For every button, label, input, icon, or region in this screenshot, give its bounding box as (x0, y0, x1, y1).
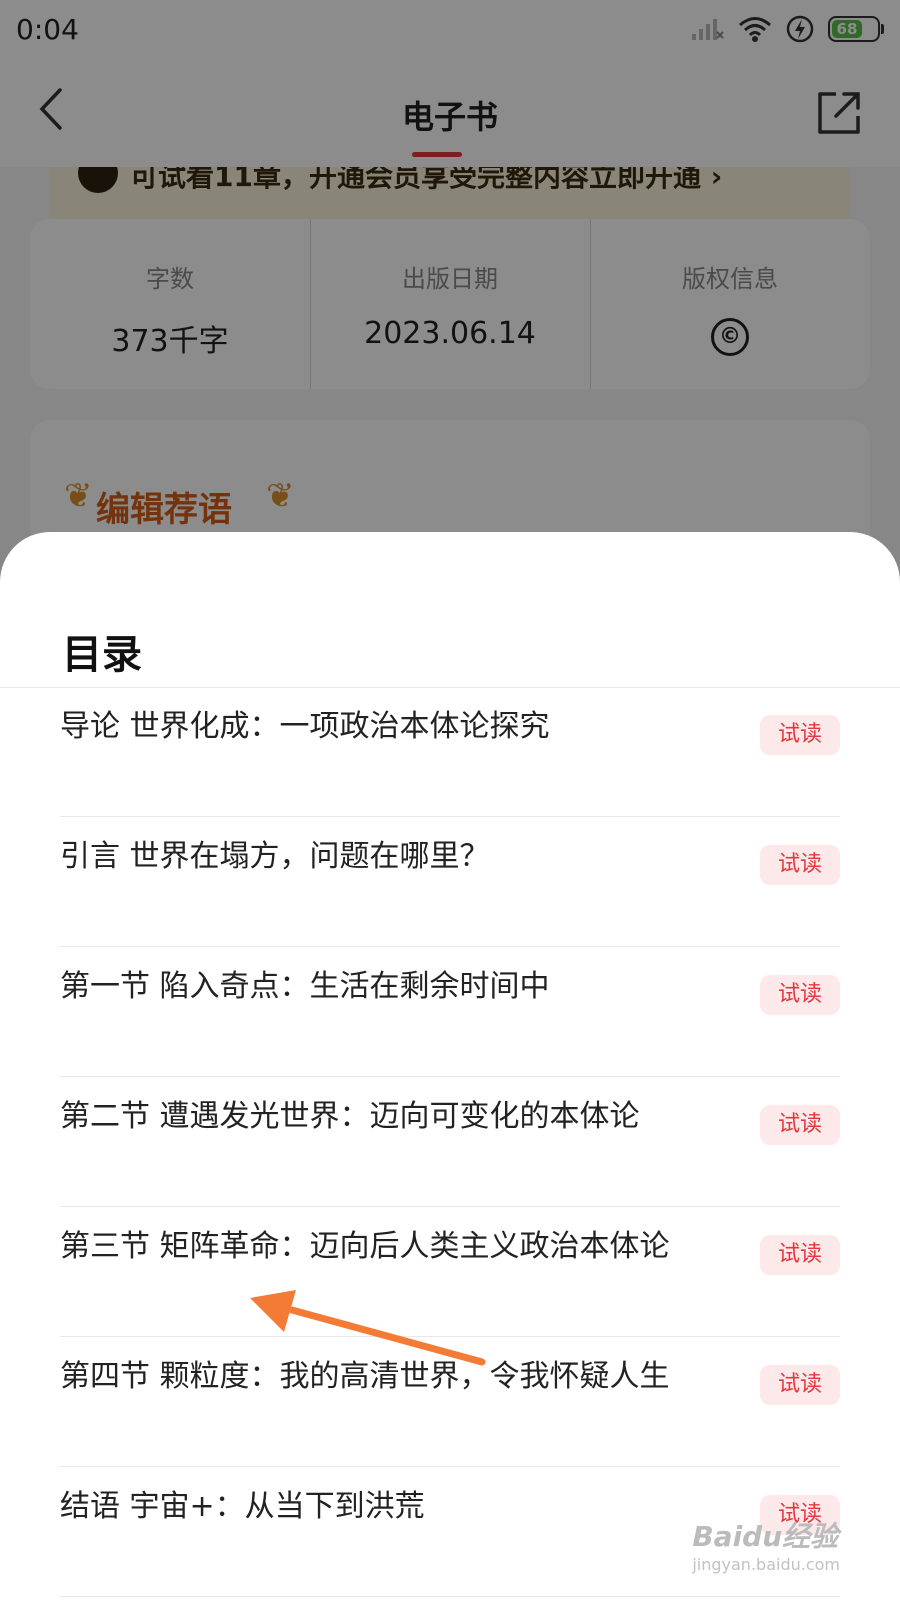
toc-item-title: 第一节 陷入奇点：生活在剩余时间中 (60, 969, 550, 1004)
trial-read-badge[interactable]: 试读 (760, 1105, 840, 1145)
toc-item-title: 引言 世界在塌方，问题在哪里？ (60, 839, 490, 874)
watermark-brand: Baidu经验 (692, 1520, 839, 1553)
watermark: Baidu经验 jingyan.baidu.com (692, 1515, 840, 1574)
toc-item[interactable]: 第二节 遭遇发光世界：迈向可变化的本体论 试读 (60, 1077, 840, 1207)
toc-item-title: 结语 宇宙+：从当下到洪荒 (60, 1489, 425, 1524)
watermark-url: jingyan.baidu.com (692, 1555, 840, 1574)
toc-item[interactable]: 第四节 颗粒度：我的高清世界，令我怀疑人生 试读 (60, 1337, 840, 1467)
trial-read-badge[interactable]: 试读 (760, 975, 840, 1015)
toc-item[interactable]: 引言 世界在塌方，问题在哪里？ 试读 (60, 817, 840, 947)
toc-title: 目录 (62, 632, 142, 678)
trial-read-badge[interactable]: 试读 (760, 845, 840, 885)
toc-item[interactable]: 第一节 陷入奇点：生活在剩余时间中 试读 (60, 947, 840, 1077)
trial-read-badge[interactable]: 试读 (760, 1235, 840, 1275)
screen: 0:04 68 电子书 可试看11章，开通会员享受完整内容立即开通 › 字数 3… (0, 0, 900, 1600)
toc-sheet: 目录 导论 世界化成：一项政治本体论探究 试读 引言 世界在塌方，问题在哪里？ … (0, 532, 900, 1600)
toc-item-title: 第四节 颗粒度：我的高清世界，令我怀疑人生 (60, 1359, 670, 1394)
toc-item[interactable]: 第三节 矩阵革命：迈向后人类主义政治本体论 试读 (60, 1207, 840, 1337)
toc-item-title: 导论 世界化成：一项政治本体论探究 (60, 709, 550, 744)
toc-item[interactable]: 导论 世界化成：一项政治本体论探究 试读 (60, 687, 840, 817)
toc-item-title: 第二节 遭遇发光世界：迈向可变化的本体论 (60, 1099, 640, 1134)
toc-item-title: 第三节 矩阵革命：迈向后人类主义政治本体论 (60, 1229, 670, 1264)
trial-read-badge[interactable]: 试读 (760, 1365, 840, 1405)
trial-read-badge[interactable]: 试读 (760, 715, 840, 755)
